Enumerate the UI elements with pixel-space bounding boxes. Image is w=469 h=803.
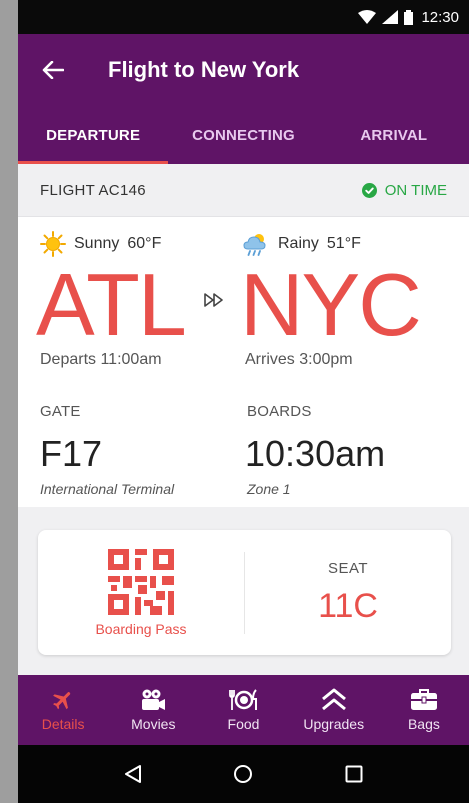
nav-movies-label: Movies <box>131 716 176 732</box>
arrival-weather: Rainy 51°F <box>242 231 361 257</box>
system-home-button[interactable] <box>228 759 258 789</box>
boarding-zone: Zone 1 <box>247 481 291 497</box>
upgrade-chevrons-icon <box>321 688 346 711</box>
nav-bags[interactable]: Bags <box>379 675 469 745</box>
gate-value: F17 <box>40 433 103 474</box>
system-navigation-bar <box>18 745 469 803</box>
departure-temp: 60°F <box>127 235 162 252</box>
triangle-back-icon <box>125 765 142 783</box>
status-bar: 12:30 <box>18 0 469 34</box>
departure-time: Departs 11:00am <box>40 351 162 368</box>
seat-value: 11C <box>318 586 378 625</box>
tab-indicator <box>18 161 168 164</box>
square-recents-icon <box>345 765 363 783</box>
boarding-section: Boarding Pass SEAT 11C <box>18 508 469 675</box>
seat-info: SEAT 11C <box>245 530 451 655</box>
arrival-airport-code: NYC <box>240 255 422 354</box>
boards-value: 10:30am <box>245 433 386 474</box>
departure-airport-code: ATL <box>36 255 187 354</box>
bottom-navigation: Details Movies Food Upgrades Bags <box>18 675 469 745</box>
plane-icon <box>53 692 71 710</box>
tab-bar: DEPARTURE CONNECTING ARRIVAL <box>18 106 469 164</box>
signal-icon <box>382 10 399 24</box>
sun-icon <box>40 231 66 257</box>
boards-label: BOARDS <box>247 403 312 420</box>
tab-connecting[interactable]: CONNECTING <box>168 106 318 164</box>
back-button[interactable] <box>40 57 66 83</box>
page-title: Flight to New York <box>108 57 300 82</box>
nav-upgrades-label: Upgrades <box>303 716 365 732</box>
arrival-time: Arrives 3:00pm <box>245 351 353 368</box>
boarding-card: Boarding Pass SEAT 11C <box>38 530 451 655</box>
suitcase-icon <box>410 689 437 710</box>
rain-cloud-icon <box>243 234 266 256</box>
departure-weather: Sunny 60°F <box>40 231 161 257</box>
status-text: ON TIME <box>384 181 447 199</box>
nav-food-label: Food <box>227 716 260 732</box>
system-back-button[interactable] <box>118 759 148 789</box>
fast-forward-icon <box>204 293 223 307</box>
dining-icon <box>228 689 257 710</box>
flight-info-row: FLIGHT AC146 ON TIME <box>18 164 469 217</box>
nav-details-label: Details <box>41 716 85 732</box>
nav-upgrades[interactable]: Upgrades <box>289 675 379 745</box>
wifi-icon <box>358 10 377 24</box>
seat-label: SEAT <box>327 559 369 577</box>
arrival-temp: 51°F <box>326 235 361 252</box>
boarding-pass-button[interactable]: Boarding Pass <box>38 530 244 655</box>
system-recents-button[interactable] <box>339 759 369 789</box>
movie-camera-icon <box>142 689 166 710</box>
gate-label: GATE <box>40 403 81 420</box>
tab-arrival[interactable]: ARRIVAL <box>319 106 469 164</box>
nav-details[interactable]: Details <box>18 675 108 745</box>
phone-screen: 12:30 Flight to New York DEPARTURE CONNE… <box>18 0 469 803</box>
arrow-back-icon <box>42 61 64 79</box>
battery-icon <box>404 9 414 25</box>
qr-code-icon <box>108 548 174 615</box>
nav-food[interactable]: Food <box>198 675 288 745</box>
circle-home-icon <box>234 765 253 783</box>
terminal-name: International Terminal <box>40 481 175 497</box>
tab-departure[interactable]: DEPARTURE <box>18 106 168 164</box>
nav-bags-label: Bags <box>407 716 440 732</box>
boarding-pass-label: Boarding Pass <box>95 620 187 637</box>
flight-number: FLIGHT AC146 <box>40 181 146 199</box>
check-circle-icon <box>361 182 377 198</box>
flight-details: Sunny 60°F Rainy 51°F ATL NYC Departs 11… <box>18 217 469 507</box>
nav-movies[interactable]: Movies <box>108 675 198 745</box>
arrival-weather-label: Rainy <box>278 235 319 252</box>
status-badge: ON TIME <box>361 181 447 199</box>
app-bar: Flight to New York <box>18 34 469 106</box>
departure-weather-label: Sunny <box>74 235 120 252</box>
status-time: 12:30 <box>421 8 459 26</box>
